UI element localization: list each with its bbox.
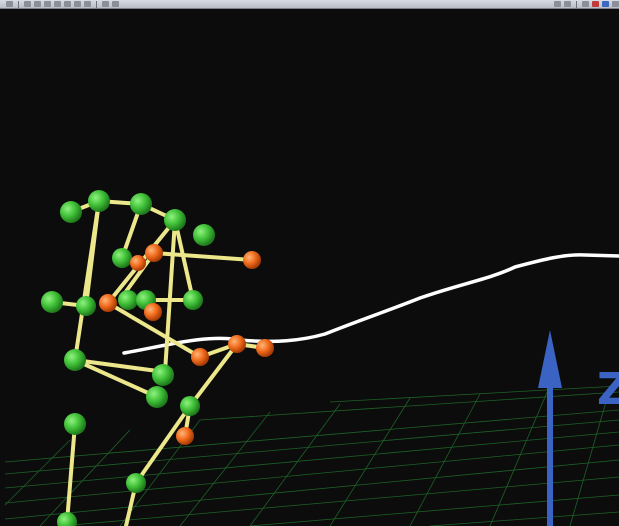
marker-joint-orange[interactable] [144,303,162,321]
marker-joint-orange[interactable] [191,348,209,366]
marker-joint-green[interactable] [180,396,200,416]
marker-joint-orange[interactable] [130,255,146,271]
rotate-icon[interactable] [44,1,51,7]
marker-joint-green[interactable] [130,193,152,215]
scale-icon[interactable] [54,1,61,7]
marker-icon[interactable] [554,1,561,7]
marker-joint-green[interactable] [64,413,86,435]
move-icon[interactable] [34,1,41,7]
record-icon[interactable] [112,1,119,7]
marker-joint-orange[interactable] [243,251,261,269]
marker-joint-green[interactable] [183,290,203,310]
scene[interactable]: Z [0,10,619,526]
zoom-icon[interactable] [582,1,589,7]
grid-icon[interactable] [84,1,91,7]
camera-icon[interactable] [64,1,71,7]
marker-joint-green[interactable] [64,349,86,371]
marker-joint-orange[interactable] [145,244,163,262]
ground-grid [4,385,619,526]
toolbar-separator [18,0,19,8]
3d-viewport[interactable]: Z [0,10,619,526]
motion-capture-app: Z [0,0,619,526]
marker-joint-green[interactable] [146,386,168,408]
marker-joint-orange[interactable] [99,294,117,312]
view-icon[interactable] [6,1,13,7]
settings-icon[interactable] [602,1,609,7]
marker-joint-green[interactable] [164,209,186,231]
marker-joint-green[interactable] [193,224,215,246]
render-icon[interactable] [592,1,599,7]
marker-joint-green[interactable] [88,190,110,212]
toolbar [0,0,619,9]
z-axis-label: Z [597,364,619,415]
marker-joint-green[interactable] [60,201,82,223]
marker-joint-green[interactable] [118,290,138,310]
toolbar-separator [96,0,97,8]
play-icon[interactable] [102,1,109,7]
marker-joint-orange[interactable] [228,335,246,353]
marker-joint-green[interactable] [126,473,146,493]
toolbar-separator [576,0,577,8]
marker-joint-green[interactable] [152,364,174,386]
marker-joint-orange[interactable] [176,427,194,445]
marker-joint-green[interactable] [41,291,63,313]
help-icon[interactable] [612,1,619,7]
light-icon[interactable] [74,1,81,7]
marker-joint-orange[interactable] [256,339,274,357]
marker-joint-green[interactable] [76,296,96,316]
marker-joint-green[interactable] [112,248,132,268]
select-icon[interactable] [24,1,31,7]
skeleton-icon[interactable] [564,1,571,7]
